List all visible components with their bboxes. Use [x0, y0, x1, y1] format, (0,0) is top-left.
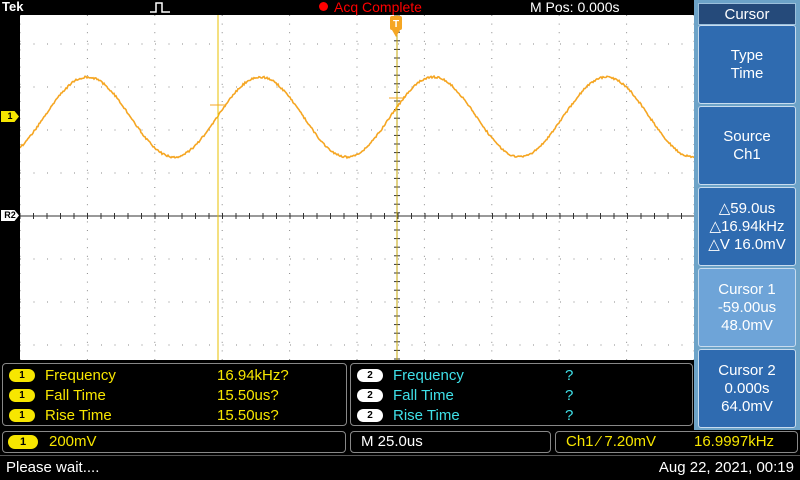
top-status-bar: Tek Acq Complete M Pos: 0.000s	[0, 0, 694, 14]
ch1-ground-marker[interactable]: 1	[1, 111, 19, 122]
trigger-position-marker[interactable]: T	[390, 16, 402, 38]
ch2-badge-icon: 2	[357, 389, 383, 402]
ref2-marker[interactable]: R2	[1, 210, 19, 221]
acquisition-status: Acq Complete	[334, 0, 422, 14]
cursor1-button[interactable]: Cursor 1 -59.00us 48.0mV	[698, 268, 796, 347]
date-time: Aug 22, 2021, 00:19	[659, 457, 794, 479]
horizontal-scale-readout[interactable]: M 25.0us	[350, 431, 551, 453]
ch1-measurements-panel: 1 Frequency 16.94kHz? 1 Fall Time 15.50u…	[2, 363, 347, 426]
ch1-badge-icon: 1	[8, 435, 38, 449]
bottom-status-bar: Please wait.... Aug 22, 2021, 00:19	[0, 455, 800, 480]
measurement-row: 1 Frequency 16.94kHz?	[9, 366, 339, 385]
measurement-row: 2 Fall Time ?	[357, 386, 687, 405]
ch2-badge-icon: 2	[357, 409, 383, 422]
graticule	[20, 15, 694, 360]
ch1-vertical-scale: 200mV	[49, 432, 97, 452]
measurement-row: 2 Rise Time ?	[357, 406, 687, 425]
trigger-source-level: Ch1 ⁄ 7.20mV	[566, 432, 656, 452]
ch1-waveform-trace	[20, 76, 694, 158]
trigger-frequency: 16.9997kHz	[694, 432, 774, 452]
waveform-display[interactable]	[20, 15, 694, 360]
cursor-delta-readout[interactable]: △59.0us △16.94kHz △V 16.0mV	[698, 187, 796, 266]
cursor-type-button[interactable]: Type Time	[698, 25, 796, 104]
ch1-badge-icon: 1	[9, 409, 35, 422]
status-message: Please wait....	[6, 457, 99, 479]
menu-title: Cursor	[698, 3, 796, 25]
ch1-badge-icon: 1	[9, 389, 35, 402]
measurement-row: 1 Fall Time 15.50us?	[9, 386, 339, 405]
trigger-readout[interactable]: Ch1 ⁄ 7.20mV 16.9997kHz	[555, 431, 798, 453]
cursor-source-button[interactable]: Source Ch1	[698, 106, 796, 185]
brand-logo: Tek	[2, 0, 23, 14]
svg-text:T: T	[393, 19, 399, 30]
cursor2-button[interactable]: Cursor 2 0.000s 64.0mV	[698, 349, 796, 428]
ch1-badge-icon: 1	[9, 369, 35, 382]
acq-status-dot	[319, 2, 328, 11]
time-per-division: M 25.0us	[361, 432, 423, 452]
ch2-measurements-panel: 2 Frequency ? 2 Fall Time ? 2 Rise Time …	[350, 363, 693, 426]
measurement-row: 2 Frequency ?	[357, 366, 687, 385]
measurement-row: 1 Rise Time 15.50us?	[9, 406, 339, 425]
trigger-pulse-icon	[150, 1, 170, 13]
horizontal-position: M Pos: 0.000s	[530, 0, 620, 14]
cursor-side-menu: Cursor Type Time Source Ch1 △59.0us △16.…	[694, 0, 800, 430]
ch1-scale-readout[interactable]: 1 200mV	[2, 431, 346, 453]
ch2-badge-icon: 2	[357, 369, 383, 382]
